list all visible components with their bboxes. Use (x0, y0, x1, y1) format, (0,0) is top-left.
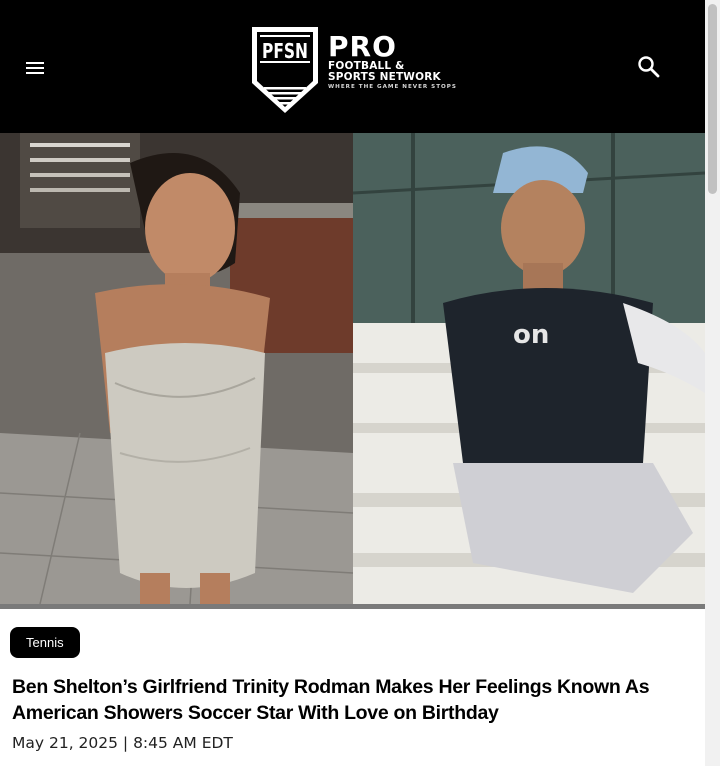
logo-monogram-top: PFSN (262, 39, 308, 63)
article-date: May 21, 2025 | 8:45 AM EDT (12, 734, 233, 752)
logo-tagline: WHERE THE GAME NEVER STOPS (328, 84, 457, 90)
hero-image: on (0, 133, 705, 604)
article-headline: Ben Shelton’s Girlfriend Trinity Rodman … (12, 676, 650, 724)
svg-text:on: on (513, 320, 549, 350)
hero-photo-right: on (353, 133, 705, 604)
search-icon[interactable] (636, 54, 662, 80)
vertical-scrollbar[interactable] (705, 0, 720, 766)
hero-photo-left (0, 133, 353, 604)
logo-title: PRO (328, 30, 397, 63)
hero-divider (0, 604, 705, 609)
category-tag[interactable]: Tennis (10, 627, 80, 658)
scrollbar-thumb[interactable] (708, 4, 717, 194)
hamburger-menu-icon[interactable] (22, 56, 48, 80)
logo-line2: SPORTS NETWORK (328, 71, 441, 83)
logo-wordmark: PRO FOOTBALL & SPORTS NETWORK WHERE THE … (328, 33, 457, 92)
page: PFSN PRO FOOTBALL & SPORTS NETWORK WHERE… (0, 0, 705, 766)
site-header: PFSN PRO FOOTBALL & SPORTS NETWORK WHERE… (0, 0, 705, 133)
site-logo[interactable]: PFSN PRO FOOTBALL & SPORTS NETWORK WHERE… (250, 25, 465, 117)
shield-logo-icon: PFSN (252, 27, 318, 113)
